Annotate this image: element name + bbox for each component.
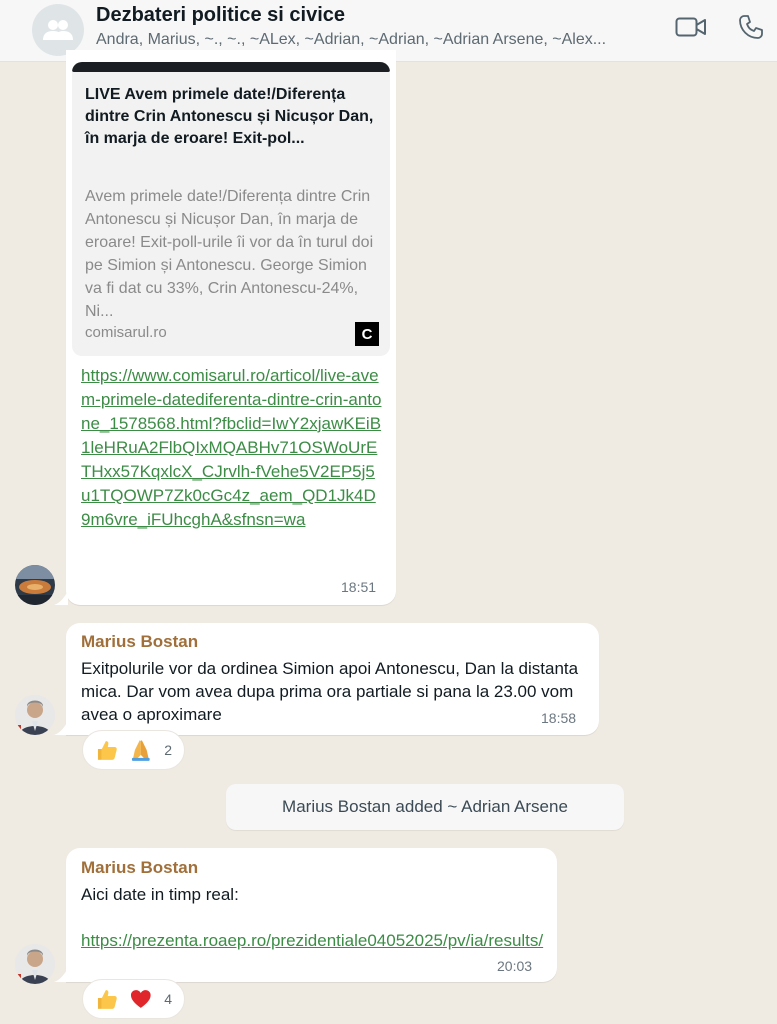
thumbs-up-icon <box>97 741 117 760</box>
phone-icon <box>739 15 763 39</box>
message-link[interactable]: https://prezenta.roaep.ro/prezidentiale0… <box>81 929 551 953</box>
sender-avatar[interactable] <box>15 695 55 735</box>
red-heart-icon <box>130 990 151 1008</box>
bubble-tail <box>54 721 68 735</box>
message-time: 18:51 <box>341 579 377 595</box>
sender-name[interactable]: Marius Bostan <box>81 632 198 652</box>
thumbs-up-icon <box>97 990 117 1009</box>
link-preview-image <box>72 62 390 72</box>
bubble-tail <box>54 968 68 982</box>
participants-list[interactable]: Andra, Marius, ~., ~., ~ALex, ~Adrian, ~… <box>96 31 661 49</box>
link-preview-description: Avem primele date!/Diferența dintre Crin… <box>85 188 374 320</box>
reactions-bar[interactable]: 2 <box>82 730 185 770</box>
group-icon <box>43 20 73 40</box>
system-notification: Marius Bostan added ~ Adrian Arsene <box>226 784 624 830</box>
chat-title[interactable]: Dezbateri politice si civice <box>96 4 345 27</box>
folded-hands-icon <box>131 740 150 761</box>
link-preview-domain: comisarul.ro <box>85 324 167 341</box>
sender-name[interactable]: Marius Bostan <box>81 858 198 878</box>
link-preview-title: LIVE Avem primele date!/Diferența dintre… <box>85 86 374 147</box>
sender-avatar[interactable] <box>15 565 55 605</box>
message-text: Exitpolurile vor da ordinea Simion apoi … <box>81 659 579 724</box>
message-link[interactable]: https://www.comisarul.ro/articol/live-av… <box>81 364 383 532</box>
sender-avatar[interactable] <box>15 944 55 984</box>
bubble-tail <box>54 591 68 605</box>
message-text: Aici date in timp real: <box>81 885 239 904</box>
group-avatar[interactable] <box>32 4 84 56</box>
site-logo-icon: C <box>355 322 379 346</box>
avatar-photo-icon <box>15 565 55 605</box>
reaction-count: 2 <box>164 742 172 758</box>
message-time: 20:03 <box>497 958 533 974</box>
video-camera-icon <box>675 17 706 37</box>
reactions-bar[interactable]: 4 <box>82 979 185 1019</box>
reaction-count: 4 <box>164 991 172 1007</box>
voice-call-button[interactable] <box>734 12 768 42</box>
video-call-button[interactable] <box>674 12 708 42</box>
avatar-photo-icon <box>15 695 55 735</box>
link-preview-card[interactable]: LIVE Avem primele date!/Diferența dintre… <box>72 62 390 356</box>
avatar-photo-icon <box>15 944 55 984</box>
message-time: 18:58 <box>541 710 577 726</box>
